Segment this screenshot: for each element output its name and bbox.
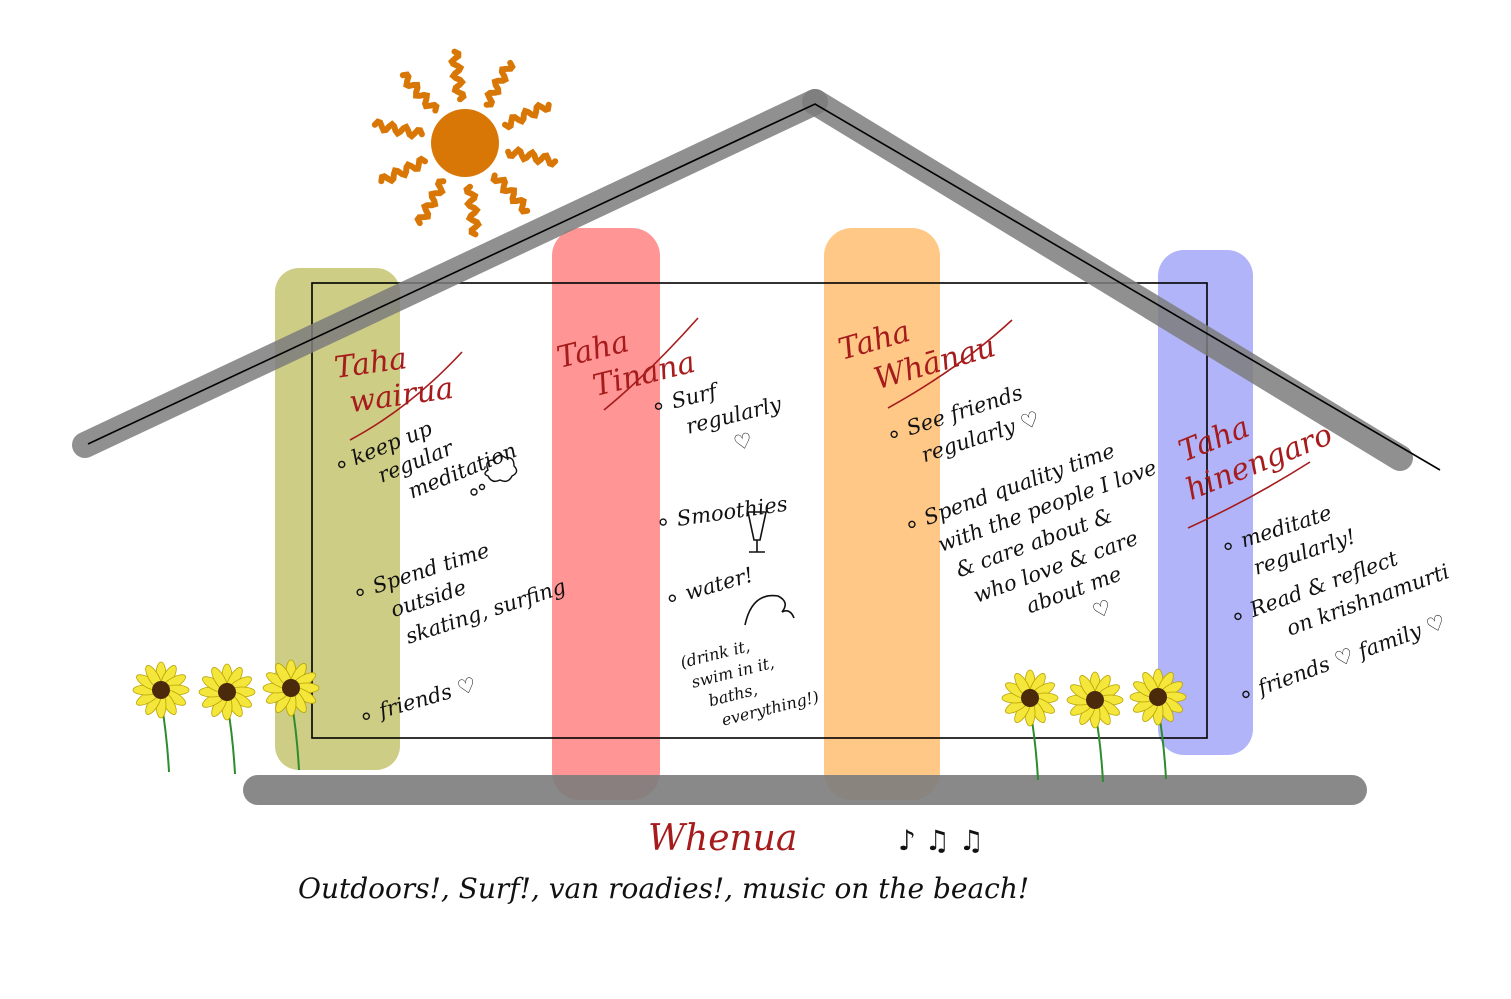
foundation-text: Outdoors!, Surf!, van roadies!, music on…	[298, 872, 1029, 905]
pillar-taha-tinana	[552, 228, 660, 800]
item-text: friends ♡ family ♡	[1253, 610, 1449, 701]
sunflower-icon	[132, 661, 190, 773]
wave-icon	[744, 594, 795, 626]
item-text: ♡	[1089, 595, 1115, 624]
sunflower-icon	[1066, 671, 1124, 783]
sunflower-icon	[1001, 669, 1059, 781]
item-text: ♡	[731, 428, 755, 456]
sunflower-icon	[198, 663, 256, 775]
sun-icon	[371, 48, 559, 238]
item-text: Smoothies	[675, 492, 789, 531]
music-notes-icon: ♪ ♫ ♫	[898, 824, 984, 857]
drawing-canvas: Taha wairua keep up regular meditation S…	[0, 0, 1511, 999]
foundation-title: Whenua	[648, 818, 797, 859]
item-text: water!	[682, 563, 756, 605]
foundation-labels: Whenua ♪ ♫ ♫ Outdoors!, Surf!, van roadi…	[298, 818, 1029, 905]
whare-tapa-wha-diagram: Taha wairua keep up regular meditation S…	[72, 48, 1452, 905]
